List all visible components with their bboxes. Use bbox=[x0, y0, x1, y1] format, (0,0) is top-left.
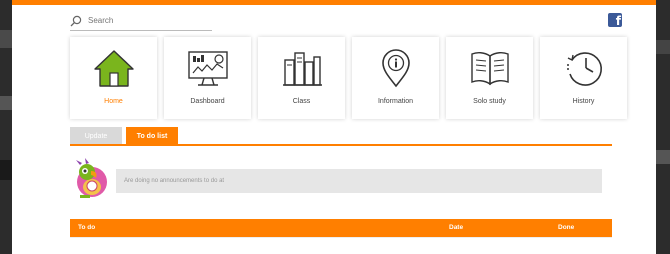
nav-tile-class[interactable]: Class bbox=[258, 37, 345, 119]
parrot-mascot-avatar bbox=[72, 157, 114, 199]
book-icon bbox=[467, 47, 513, 89]
search-icon bbox=[70, 15, 82, 26]
search-input[interactable] bbox=[88, 16, 208, 25]
tab-update[interactable]: Update bbox=[70, 127, 122, 145]
column-header-to-do: To do bbox=[78, 224, 96, 231]
nav-tile-label: Information bbox=[377, 98, 414, 105]
class-icon bbox=[279, 47, 325, 89]
background-window-right bbox=[656, 0, 670, 254]
nav-tile-solo-study[interactable]: Solo study bbox=[446, 37, 533, 119]
nav-tile-dashboard[interactable]: Dashboard bbox=[164, 37, 251, 119]
facebook-icon[interactable]: f bbox=[608, 13, 622, 27]
nav-tile-label: History bbox=[572, 98, 595, 105]
nav-tile-label: Dashboard bbox=[190, 98, 225, 105]
history-icon bbox=[561, 47, 607, 89]
task-card: Are doing no announcements to do at bbox=[70, 153, 612, 201]
nav-tile-label: Class bbox=[292, 98, 311, 105]
todo-table-header: To do Date Done bbox=[70, 219, 612, 237]
nav-tile-home[interactable]: Home bbox=[70, 37, 157, 119]
info-pin-icon bbox=[373, 47, 419, 89]
nav-tile-label: Solo study bbox=[473, 98, 506, 105]
app-frame: f Home bbox=[12, 0, 656, 254]
nav-tile-label: Home bbox=[104, 98, 123, 105]
dashboard-icon bbox=[185, 47, 231, 89]
search-box[interactable] bbox=[70, 11, 212, 31]
home-icon bbox=[91, 47, 137, 89]
tab-to-do-list[interactable]: To do list bbox=[126, 127, 178, 145]
background-window-left bbox=[0, 0, 12, 254]
nav-tile-history[interactable]: History bbox=[540, 37, 627, 119]
nav-tile-information[interactable]: Information bbox=[352, 37, 439, 119]
table-divider bbox=[70, 237, 612, 238]
task-message: Are doing no announcements to do at bbox=[116, 169, 602, 193]
tab-bar: Update To do list bbox=[70, 127, 178, 145]
column-header-done: Done bbox=[558, 224, 575, 231]
column-header-date: Date bbox=[449, 224, 464, 231]
main-page: f Home bbox=[56, 5, 628, 254]
nav-tiles: Home Dashboard Class Information Solo st… bbox=[70, 37, 627, 119]
tab-underline bbox=[70, 144, 612, 146]
